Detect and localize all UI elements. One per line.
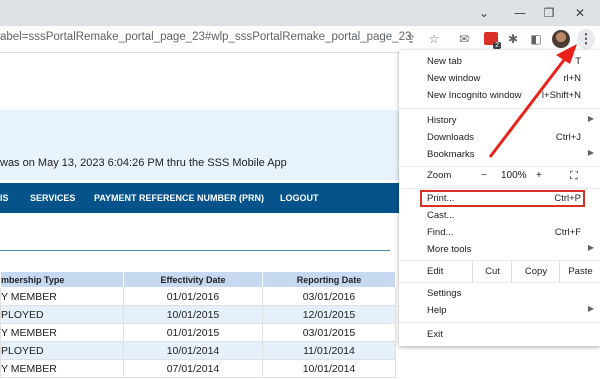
annotation-arrow: [488, 44, 577, 158]
arrow-shaft: [488, 55, 569, 158]
arrow-head: [556, 44, 577, 64]
